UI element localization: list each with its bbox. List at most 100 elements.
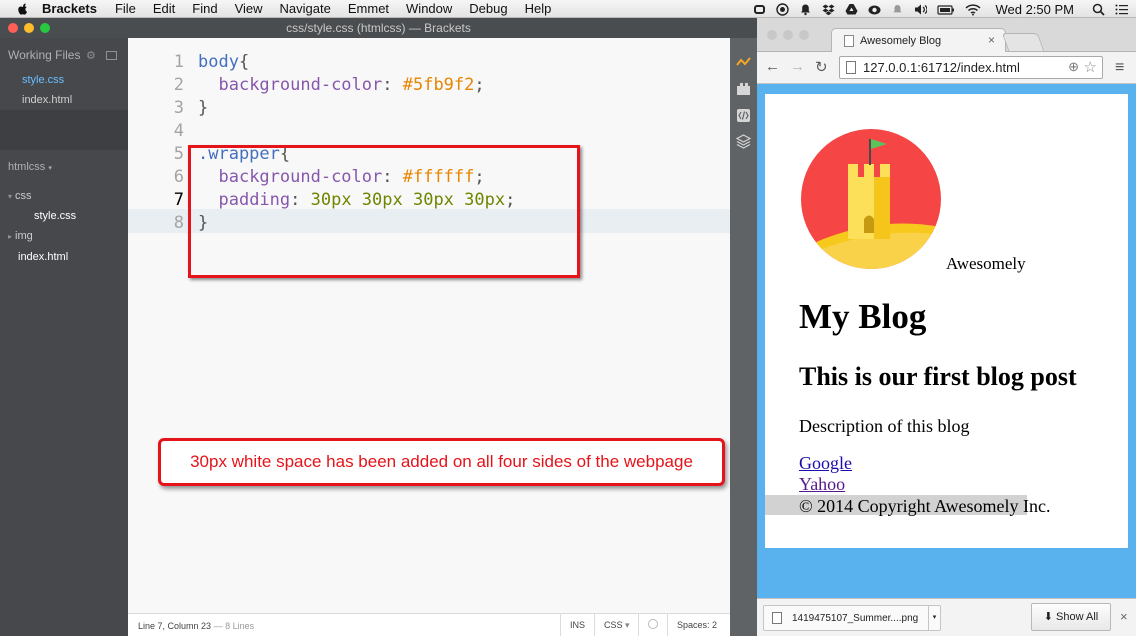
record-icon[interactable] bbox=[776, 2, 790, 16]
notification-bell-icon[interactable] bbox=[799, 3, 812, 16]
link-google[interactable]: Google bbox=[799, 453, 852, 474]
zoom-window-button[interactable] bbox=[799, 30, 809, 40]
downloads-bar: 1419475107_Summer....png ▾ ⬇ Show All × bbox=[757, 598, 1136, 636]
zoom-window-button[interactable] bbox=[40, 23, 50, 33]
menu-view[interactable]: View bbox=[235, 1, 263, 16]
blog-description: Description of this blog bbox=[799, 416, 970, 436]
insert-mode-toggle[interactable]: INS bbox=[560, 614, 594, 636]
line-number: 5 bbox=[173, 144, 184, 164]
download-filename: 1419475107_Summer....png bbox=[792, 613, 919, 624]
spotlight-search-icon[interactable] bbox=[1092, 3, 1105, 16]
minimize-window-button[interactable] bbox=[783, 30, 793, 40]
linter-status-icon[interactable] bbox=[638, 614, 668, 636]
menu-help[interactable]: Help bbox=[525, 1, 552, 16]
dropbox-icon[interactable] bbox=[822, 3, 835, 16]
split-view-icon[interactable] bbox=[105, 51, 117, 60]
reload-icon[interactable]: ↻ bbox=[815, 58, 828, 76]
language-mode-dropdown[interactable]: CSS ▾ bbox=[594, 614, 639, 636]
live-preview-icon[interactable] bbox=[736, 55, 751, 70]
layers-icon[interactable] bbox=[735, 134, 752, 149]
new-tab-button[interactable] bbox=[1001, 33, 1045, 51]
post-heading: This is our first blog post bbox=[799, 362, 1077, 391]
volume-icon[interactable] bbox=[914, 3, 928, 16]
bookmark-star-icon[interactable]: ☆ bbox=[1084, 58, 1097, 76]
working-file-style-css[interactable]: style.css bbox=[22, 74, 64, 86]
tree-folder-img[interactable]: ▸ img bbox=[8, 230, 33, 242]
download-arrow-icon: ⬇ bbox=[1043, 611, 1053, 623]
annotation-highlight-box bbox=[188, 145, 580, 278]
settings-gear-icon[interactable]: ⚙ bbox=[86, 50, 96, 62]
download-item[interactable]: 1419475107_Summer....png ▾ bbox=[763, 605, 941, 631]
code-inspector-icon[interactable] bbox=[736, 108, 751, 123]
working-files-shadow bbox=[0, 110, 128, 150]
folder-name: img bbox=[15, 230, 33, 242]
notification-center-icon[interactable] bbox=[1115, 3, 1128, 16]
link-yahoo[interactable]: Yahoo bbox=[799, 474, 845, 495]
menu-window[interactable]: Window bbox=[406, 1, 452, 16]
chrome-tab-strip: Awesomely Blog × bbox=[757, 18, 1136, 53]
menu-app-brackets[interactable]: Brackets bbox=[42, 1, 97, 16]
show-all-downloads-button[interactable]: ⬇ Show All bbox=[1031, 603, 1111, 631]
apple-icon[interactable] bbox=[16, 2, 30, 16]
menu-find[interactable]: Find bbox=[192, 1, 217, 16]
minimize-window-button[interactable] bbox=[24, 23, 34, 33]
close-downloads-bar-icon[interactable]: × bbox=[1120, 609, 1128, 624]
menu-navigate[interactable]: Navigate bbox=[280, 1, 331, 16]
right-toolbar bbox=[730, 38, 757, 636]
chevron-down-icon: ▾ bbox=[625, 620, 630, 630]
close-window-button[interactable] bbox=[767, 30, 777, 40]
menu-edit[interactable]: Edit bbox=[153, 1, 175, 16]
menu-debug[interactable]: Debug bbox=[469, 1, 507, 16]
close-tab-icon[interactable]: × bbox=[988, 33, 995, 47]
back-arrow-icon[interactable]: ← bbox=[765, 58, 780, 75]
google-drive-icon[interactable] bbox=[845, 3, 858, 16]
project-dropdown[interactable]: htmlcss ▾ bbox=[8, 161, 52, 173]
status-bar: Line 7, Column 23 — 8 Lines INS CSS ▾ Sp… bbox=[128, 613, 730, 636]
working-file-index-html[interactable]: index.html bbox=[22, 94, 72, 106]
menubar-clock[interactable]: Wed 2:50 PM bbox=[995, 2, 1074, 17]
file-icon bbox=[772, 612, 782, 624]
chevron-down-icon: ▾ bbox=[48, 165, 52, 172]
copyright-footer: © 2014 Copyright Awesomely Inc. bbox=[799, 496, 1051, 516]
code-line-1: body{ bbox=[198, 52, 249, 72]
download-menu-chevron-icon[interactable]: ▾ bbox=[928, 606, 940, 630]
tree-file-style-css[interactable]: style.css bbox=[34, 210, 76, 222]
tree-folder-css[interactable]: ▾ css bbox=[8, 190, 32, 202]
tree-file-index-html[interactable]: index.html bbox=[18, 251, 68, 263]
creative-cloud-icon[interactable] bbox=[868, 3, 881, 16]
brackets-window: css/style.css (htmlcss) — Brackets Worki… bbox=[0, 18, 757, 636]
bell-muted-icon[interactable] bbox=[891, 3, 904, 16]
page-info-icon[interactable] bbox=[846, 61, 856, 74]
brackets-titlebar: css/style.css (htmlcss) — Brackets bbox=[0, 18, 757, 38]
line-count: — 8 Lines bbox=[213, 621, 255, 631]
code-line-2: background-color: #5fb9f2; bbox=[198, 75, 485, 95]
folder-expanded-arrow-icon: ▾ bbox=[8, 192, 13, 201]
line-number: 1 bbox=[173, 52, 184, 72]
project-name: htmlcss bbox=[8, 161, 46, 173]
line-number-active: 7 bbox=[173, 190, 184, 210]
working-files-tools: ⚙ bbox=[86, 49, 117, 62]
app-icon-1[interactable] bbox=[753, 3, 766, 16]
browser-tab[interactable]: Awesomely Blog × bbox=[831, 28, 1006, 53]
logo-caption: Awesomely bbox=[946, 254, 1026, 273]
extension-manager-icon[interactable] bbox=[736, 82, 751, 97]
battery-icon[interactable] bbox=[937, 3, 955, 16]
zoom-icon[interactable]: ⊕ bbox=[1068, 59, 1079, 75]
code-semicolon: ; bbox=[474, 75, 485, 95]
folder-name: css bbox=[15, 190, 32, 202]
menu-file[interactable]: File bbox=[115, 1, 136, 16]
chrome-menu-icon[interactable]: ≡ bbox=[1115, 59, 1124, 77]
cursor-position[interactable]: Line 7, Column 23 — 8 Lines bbox=[138, 621, 254, 631]
menu-emmet[interactable]: Emmet bbox=[348, 1, 389, 16]
line-number: 4 bbox=[173, 121, 184, 141]
forward-arrow-icon[interactable]: → bbox=[790, 58, 805, 75]
close-window-button[interactable] bbox=[8, 23, 18, 33]
language-mode-label: CSS bbox=[604, 620, 623, 630]
address-url: 127.0.0.1:61712/index.html bbox=[863, 60, 1020, 75]
window-title: css/style.css (htmlcss) — Brackets bbox=[286, 21, 471, 35]
wifi-icon[interactable] bbox=[965, 3, 981, 16]
code-editor[interactable]: 1 2 3 4 5 6 7 8 body{ background-color: … bbox=[128, 38, 730, 618]
indent-spaces-setting[interactable]: Spaces: 2 bbox=[667, 614, 726, 636]
address-bar[interactable]: 127.0.0.1:61712/index.html ⊕ ☆ bbox=[839, 56, 1103, 79]
line-number: 3 bbox=[173, 98, 184, 118]
